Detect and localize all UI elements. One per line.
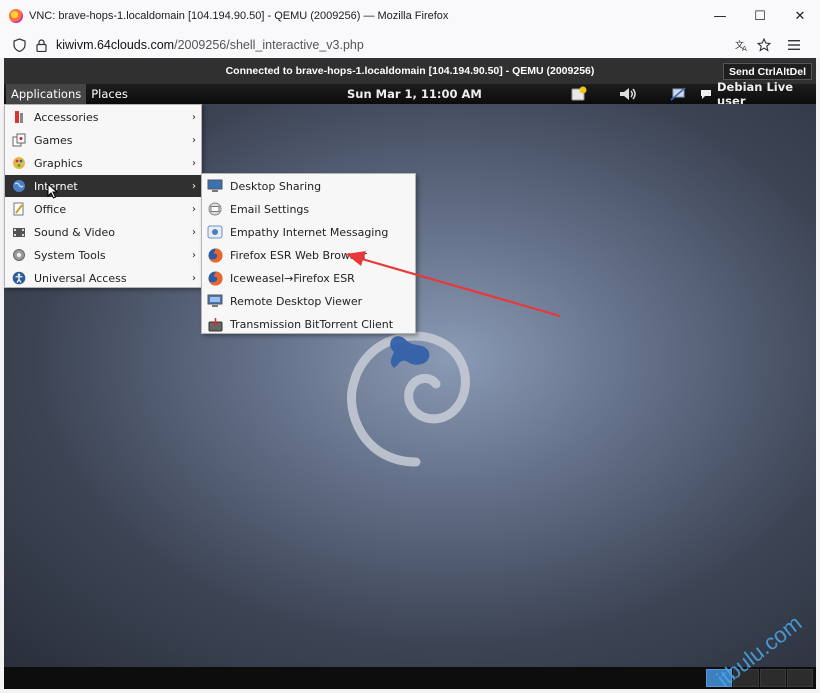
menu-item-label: Office — [34, 202, 67, 216]
gnome-bottom-panel — [4, 667, 816, 689]
minimize-button[interactable]: — — [700, 0, 740, 32]
places-menu-button[interactable]: Places — [86, 84, 133, 104]
submenu-item-firefox-esr[interactable]: Firefox ESR Web Browser — [202, 244, 416, 266]
network-icon[interactable] — [669, 86, 687, 102]
url-path: /2009256/shell_interactive_v3.php — [174, 38, 364, 52]
applications-menu-button[interactable]: Applications — [6, 84, 87, 104]
chevron-right-icon: › — [192, 180, 196, 192]
menu-item-games[interactable]: Games › — [5, 129, 202, 151]
sound-video-icon — [11, 224, 27, 240]
chevron-right-icon: › — [192, 157, 196, 169]
submenu-item-label: Remote Desktop Viewer — [230, 294, 363, 308]
bookmark-star-icon[interactable] — [755, 36, 773, 54]
submenu-item-label: Transmission BitTorrent Client — [230, 317, 394, 331]
panel-clock[interactable]: Sun Mar 1, 11:00 AM — [347, 84, 482, 104]
menu-item-label: Graphics — [34, 156, 83, 170]
url-bar[interactable]: kiwivm.64clouds.com/2009256/shell_intera… — [56, 38, 364, 52]
chat-bubble-icon — [700, 89, 712, 100]
menu-item-accessories[interactable]: Accessories › — [5, 106, 202, 128]
volume-icon[interactable] — [618, 86, 636, 102]
browser-titlebar: VNC: brave-hops-1.localdomain [104.194.9… — [0, 0, 820, 32]
submenu-item-label: Firefox ESR Web Browser — [230, 248, 368, 262]
menu-item-system-tools[interactable]: System Tools › — [5, 244, 202, 266]
menu-item-label: Games — [34, 133, 73, 147]
submenu-item-desktop-sharing[interactable]: Desktop Sharing — [202, 175, 416, 197]
submenu-item-label: Iceweasel→Firefox ESR — [230, 271, 355, 285]
panel-tray — [570, 84, 687, 104]
debian-swirl-logo — [347, 331, 470, 467]
empathy-icon — [207, 224, 223, 240]
menu-item-label: Accessories — [34, 110, 99, 124]
svg-text:A: A — [742, 45, 747, 52]
submenu-item-empathy[interactable]: Empathy Internet Messaging — [202, 221, 416, 243]
update-notifier-icon[interactable] — [570, 86, 588, 102]
chevron-right-icon: › — [192, 203, 196, 215]
submenu-item-iceweasel[interactable]: Iceweasel→Firefox ESR — [202, 267, 416, 289]
url-domain: kiwivm.64clouds.com — [56, 38, 175, 52]
submenu-item-email-settings[interactable]: Email Settings — [202, 198, 416, 220]
accessibility-icon — [11, 270, 27, 286]
chevron-right-icon: › — [192, 226, 196, 238]
chevron-right-icon: › — [192, 249, 196, 261]
submenu-item-remote-desktop-viewer[interactable]: Remote Desktop Viewer — [202, 290, 416, 312]
firefox-icon — [207, 270, 223, 286]
applications-menu: Accessories › Games › Graphics › Interne… — [4, 104, 202, 288]
menu-item-sound-video[interactable]: Sound & Video › — [5, 221, 202, 243]
graphics-icon — [11, 155, 27, 171]
vnc-status-bar: Connected to brave-hops-1.localdomain [1… — [4, 58, 816, 84]
close-button[interactable]: ✕ — [780, 0, 820, 32]
menu-item-internet[interactable]: Internet › — [5, 175, 202, 197]
office-icon — [11, 201, 27, 217]
menu-item-universal-access[interactable]: Universal Access › — [5, 267, 202, 289]
submenu-item-transmission[interactable]: Transmission BitTorrent Client — [202, 313, 416, 335]
transmission-icon — [207, 316, 223, 332]
menu-item-graphics[interactable]: Graphics › — [5, 152, 202, 174]
gnome-top-panel: Applications Places Sun Mar 1, 11:00 AM … — [4, 80, 816, 108]
menu-item-label: Sound & Video — [34, 225, 116, 239]
firefox-favicon-icon — [9, 9, 23, 23]
menu-item-label: System Tools — [34, 248, 106, 262]
email-settings-icon — [207, 201, 223, 217]
accessories-icon — [11, 109, 27, 125]
games-icon — [11, 132, 27, 148]
internet-submenu: Desktop Sharing Email Settings Empathy I… — [201, 173, 416, 334]
chevron-right-icon: › — [192, 111, 196, 123]
workspace-4[interactable] — [787, 669, 813, 687]
globe-icon — [11, 178, 27, 194]
send-ctrl-alt-del-button[interactable]: Send CtrlAltDel — [722, 63, 812, 80]
desktop-sharing-icon — [207, 178, 223, 194]
vnc-status-text: Connected to brave-hops-1.localdomain [1… — [225, 65, 595, 77]
submenu-item-label: Email Settings — [230, 202, 310, 216]
mouse-cursor-icon — [47, 183, 59, 199]
hamburger-menu-icon[interactable] — [785, 36, 803, 54]
browser-navbar: kiwivm.64clouds.com/2009256/shell_intera… — [0, 32, 820, 58]
tracking-shield-icon[interactable] — [10, 36, 28, 54]
gear-icon — [11, 247, 27, 263]
submenu-item-label: Empathy Internet Messaging — [230, 225, 389, 239]
window-title: VNC: brave-hops-1.localdomain [104.194.9… — [29, 10, 449, 22]
firefox-icon — [207, 247, 223, 263]
submenu-item-label: Desktop Sharing — [230, 179, 322, 193]
chevron-right-icon: › — [192, 272, 196, 284]
translate-icon[interactable]: 文A — [733, 36, 751, 54]
chevron-right-icon: › — [192, 134, 196, 146]
workspace-3[interactable] — [760, 669, 786, 687]
remote-desktop-icon — [207, 293, 223, 309]
window-controls: — ☐ ✕ — [700, 0, 820, 32]
menu-item-label: Universal Access — [34, 271, 127, 285]
lock-icon[interactable] — [32, 36, 50, 54]
user-menu[interactable]: Debian Live user — [700, 80, 816, 108]
menu-item-office[interactable]: Office › — [5, 198, 202, 220]
maximize-button[interactable]: ☐ — [740, 0, 780, 32]
